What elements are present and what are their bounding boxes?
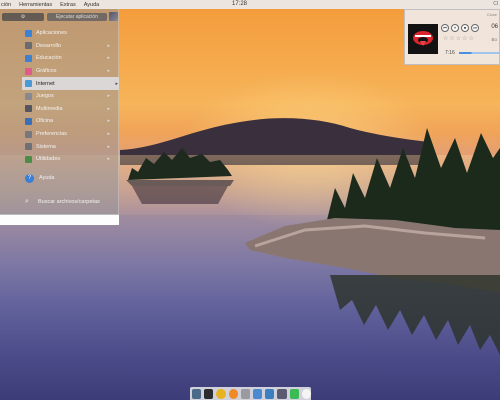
category-label: Multimedia (36, 105, 63, 112)
category-item[interactable]: Desarrollo ▸ (22, 40, 119, 53)
category-label: Aplicaciones (36, 30, 67, 37)
category-item[interactable]: Preferencias ▸ (22, 128, 119, 141)
chevron-right-icon: ▸ (107, 143, 110, 150)
previous-track-button[interactable]: ⏮ (441, 24, 449, 32)
gear-icon: ⚙ (20, 14, 26, 20)
category-item[interactable]: Oficina ▸ (22, 115, 119, 128)
chevron-right-icon: ▸ (107, 105, 110, 112)
chevron-right-icon: ▸ (107, 131, 110, 138)
next-track-button[interactable]: ⏭ (471, 24, 479, 32)
category-item[interactable]: Multimedia ▸ (22, 103, 119, 116)
menu-item-herramientas[interactable]: Herramientas (19, 2, 52, 8)
category-label: Gráficos (36, 68, 57, 75)
album-cover-icon (408, 24, 438, 54)
preferences-icon (25, 130, 32, 138)
search-files-item[interactable]: ⌕ Buscar archivos/carpetas (22, 196, 119, 208)
chevron-right-icon: ▸ (115, 80, 118, 87)
games-icon (25, 92, 32, 100)
firefox-icon[interactable] (228, 388, 238, 399)
top-menubar: ción Herramientas Extras Ayuda (0, 2, 107, 8)
chrome-icon[interactable] (216, 388, 226, 399)
island-reflection (330, 275, 500, 355)
music-player-widget: Close ⏮ ⏸ ⏹ ⏭ ☆☆☆☆☆ 06 Bo 7:16 (404, 9, 500, 65)
track-number: 06 (491, 24, 498, 30)
chevron-right-icon: ▸ (107, 68, 110, 75)
category-label: Oficina (36, 118, 54, 125)
panel-right-text: Cl (493, 1, 498, 7)
applications-icon (25, 29, 32, 37)
clock-icon[interactable] (301, 388, 312, 399)
box-icon[interactable] (277, 388, 287, 399)
office-icon (25, 117, 32, 125)
chevron-right-icon: ▸ (107, 118, 110, 125)
category-item[interactable]: Sistema ▸ (22, 140, 119, 153)
category-list: Aplicaciones Desarrollo ▸ Educación ▸ Gráfico… (22, 27, 119, 166)
pause-button[interactable]: ⏸ (451, 24, 459, 32)
gamepad-icon[interactable] (289, 388, 299, 399)
chevron-right-icon: ▸ (107, 55, 110, 62)
playback-controls: ⏮ ⏸ ⏹ ⏭ (441, 24, 479, 32)
run-application-button[interactable]: Ejecutar aplicación (47, 13, 107, 21)
chevron-right-icon: ▸ (107, 156, 110, 163)
application-menu: ⚙ Ejecutar aplicación Aplicaciones Desarr… (0, 9, 119, 225)
help-item[interactable]: ? Ayuda (22, 172, 119, 184)
category-label: Juegos (36, 93, 54, 100)
category-label: Sistema (36, 143, 56, 150)
category-item[interactable]: Aplicaciones (22, 27, 119, 40)
category-item[interactable]: Juegos ▸ (22, 90, 119, 103)
multimedia-icon (25, 105, 32, 113)
category-item[interactable]: Internet ▸ (22, 77, 119, 90)
chevron-right-icon: ▸ (107, 93, 110, 100)
category-item[interactable]: Educación ▸ (22, 52, 119, 65)
chevron-right-icon: ▸ (107, 42, 110, 49)
category-label: Educación (36, 55, 62, 62)
menu-header: ⚙ Ejecutar aplicación (0, 9, 119, 26)
development-icon (25, 42, 32, 50)
close-label[interactable]: Close (487, 12, 497, 17)
category-label: Utilidades (36, 156, 61, 163)
help-icon: ? (25, 173, 34, 183)
track-subtext: Bo (491, 37, 497, 42)
file-icon[interactable] (253, 388, 263, 399)
category-item[interactable]: Gráficos ▸ (22, 65, 119, 78)
education-icon (25, 54, 32, 62)
category-label: Preferencias (36, 131, 67, 138)
search-icon: ⌕ (25, 198, 29, 205)
monitor-icon[interactable] (265, 388, 275, 399)
menu-search-input[interactable] (0, 214, 119, 225)
terminal-icon[interactable] (204, 388, 214, 399)
category-item[interactable]: Utilidades ▸ (22, 153, 119, 166)
dock (190, 387, 312, 400)
system-icon (25, 143, 32, 151)
menu-item-accion[interactable]: ción (1, 2, 11, 8)
menu-item-extras[interactable]: Extras (60, 2, 76, 8)
graphics-icon (25, 67, 32, 75)
album-art (408, 24, 438, 54)
menu-item-ayuda[interactable]: Ayuda (84, 2, 100, 8)
top-panel: ción Herramientas Extras Ayuda 17:28 Cl (0, 0, 500, 9)
category-label: Desarrollo (36, 42, 62, 49)
left-island (126, 148, 234, 204)
search-files-label: Buscar archivos/carpetas (38, 199, 100, 205)
stop-button[interactable]: ⏹ (461, 24, 469, 32)
progress-bar[interactable] (459, 51, 500, 54)
file-manager-icon[interactable] (192, 388, 202, 399)
gear-icon[interactable] (240, 388, 251, 399)
utilities-icon (25, 155, 32, 163)
category-label: Internet (36, 80, 55, 87)
rating-stars[interactable]: ☆☆☆☆☆ (443, 35, 475, 42)
user-avatar-icon[interactable] (109, 12, 118, 21)
settings-button[interactable]: ⚙ (2, 13, 44, 21)
help-label: Ayuda (39, 175, 55, 181)
panel-clock[interactable]: 17:28 (232, 0, 247, 9)
internet-icon (25, 80, 32, 88)
elapsed-time: 7:16 (445, 50, 455, 56)
